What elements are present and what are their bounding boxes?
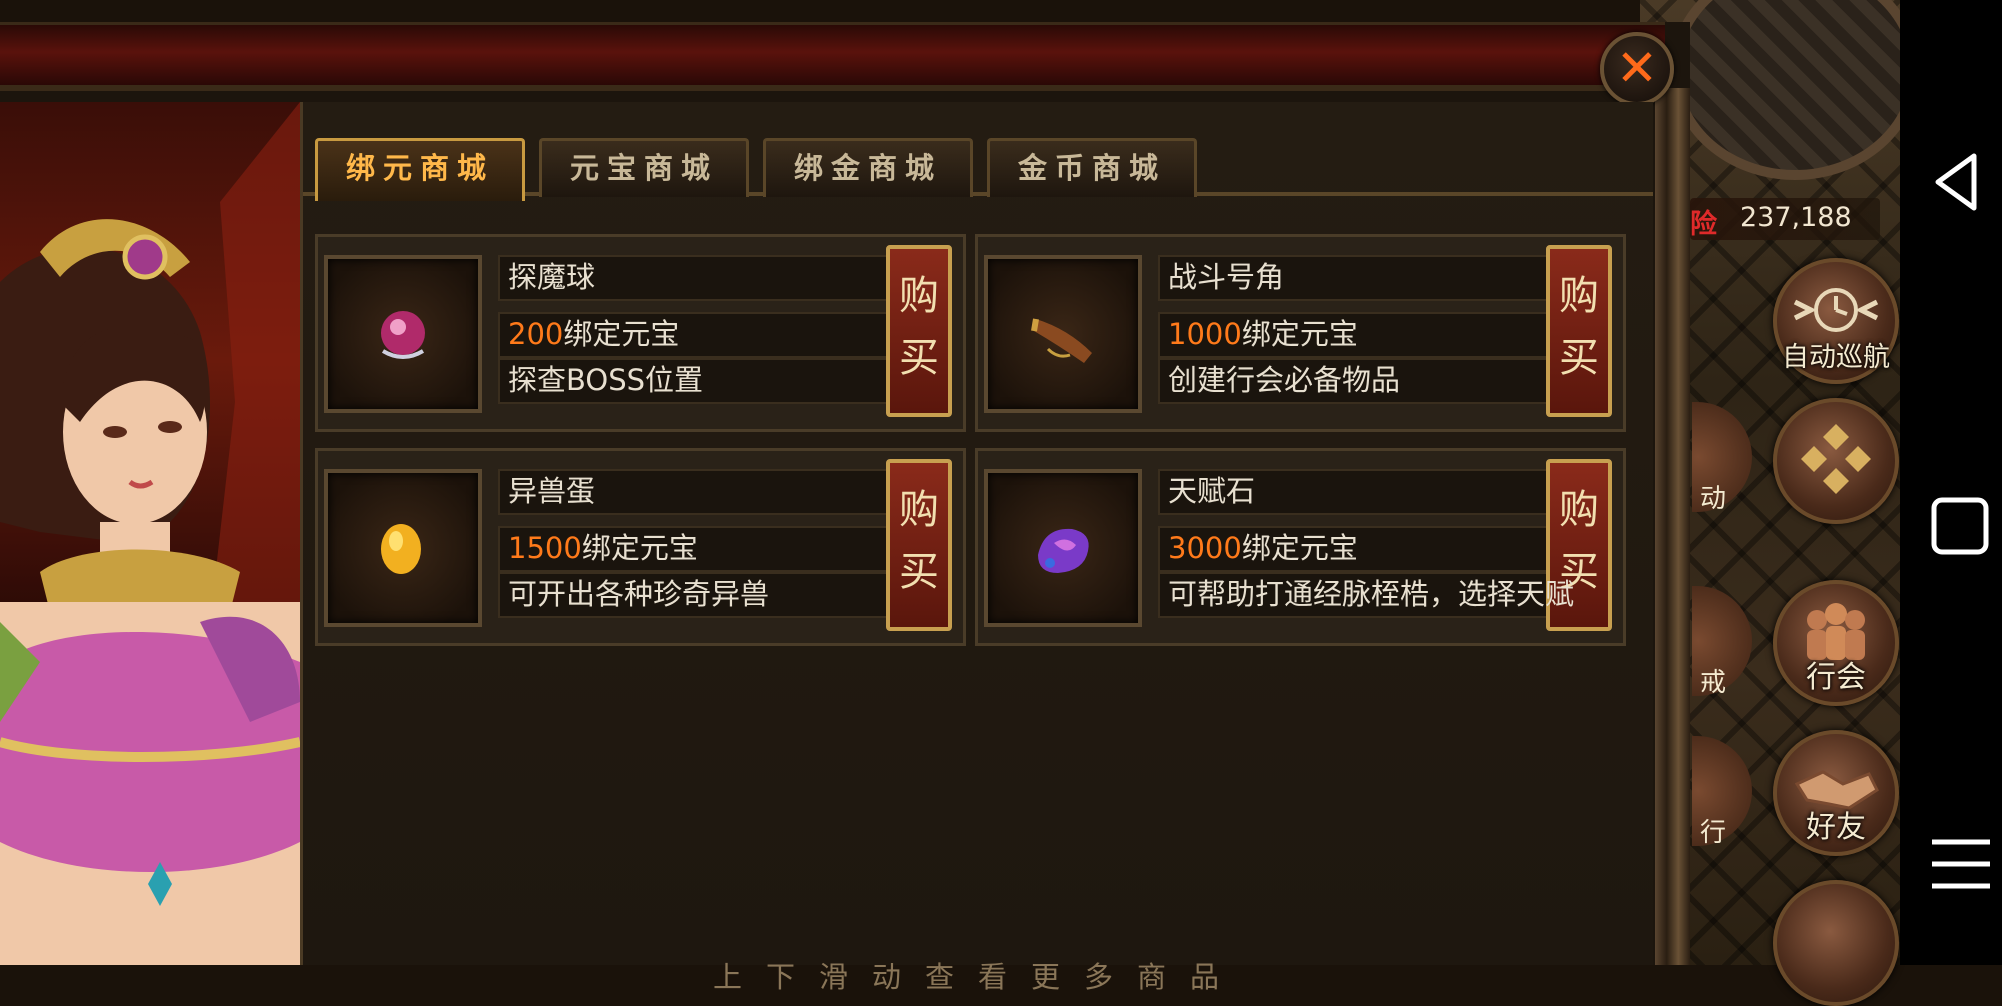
tab-bound-gold-shop[interactable]: 绑金商城 xyxy=(763,138,973,197)
item-name: 异兽蛋 xyxy=(498,469,888,515)
demon-orb-icon xyxy=(381,311,425,359)
diamond-menu-icon xyxy=(1801,424,1871,494)
item-price-currency: 绑定元宝 xyxy=(1241,317,1358,351)
buy-button[interactable]: 购买 xyxy=(886,245,952,417)
item-price-currency: 绑定元宝 xyxy=(563,317,680,351)
item-price: 200绑定元宝 xyxy=(498,312,888,358)
character-portrait xyxy=(0,102,300,965)
item-name: 战斗号角 xyxy=(1158,255,1548,301)
guild-button[interactable]: 行会 xyxy=(1773,580,1899,706)
exp-label: 险 xyxy=(1690,209,1717,240)
shop-frame-border xyxy=(1655,88,1690,965)
item-name: 天赋石 xyxy=(1158,469,1548,515)
item-slot[interactable] xyxy=(984,469,1142,627)
tab-bound-yuanbao-shop[interactable]: 绑元商城 xyxy=(315,138,525,201)
auto-navigate-button[interactable]: 自动巡航 xyxy=(1773,258,1899,384)
item-description: 可帮助打通经脉桎梏，选择天赋 xyxy=(1168,577,1575,611)
scroll-button[interactable] xyxy=(1773,880,1899,1006)
friends-button[interactable]: 好友 xyxy=(1773,730,1899,856)
item-price-value: 1500 xyxy=(508,531,582,565)
item-description: 可开出各种珍奇异兽 xyxy=(498,572,888,618)
shop-item-card: 战斗号角 1000绑定元宝 创建行会必备物品 购买 xyxy=(975,234,1626,432)
friends-label: 好友 xyxy=(1806,810,1866,845)
guild-label: 行会 xyxy=(1806,660,1866,695)
tab-gold-coin-shop[interactable]: 金币商城 xyxy=(987,138,1197,197)
shop-content: 绑元商城 元宝商城 绑金商城 金币商城 探魔球 200绑定元宝 探查BOSS位置… xyxy=(300,102,1653,994)
item-slot[interactable] xyxy=(984,255,1142,413)
item-slot[interactable] xyxy=(324,255,482,413)
auto-navigate-label: 自动巡航 xyxy=(1782,342,1890,373)
close-button[interactable]: ✕ xyxy=(1600,32,1674,106)
menu-icon[interactable] xyxy=(1930,836,1992,892)
shop-item-card: 天赋石 3000绑定元宝 可帮助打通经脉桎梏，选择天赋 购买 xyxy=(975,448,1626,646)
partial-hud-label: 动 xyxy=(1700,484,1727,514)
talent-stone-icon xyxy=(1038,528,1089,573)
android-nav-bar xyxy=(1900,0,2002,965)
item-description: 创建行会必备物品 xyxy=(1158,358,1548,404)
back-icon[interactable] xyxy=(1930,150,1980,214)
scroll-hint: 上下滑动查看更多商品 xyxy=(712,960,1243,994)
shop-window: ✕ 绑元商城 元宝商城 绑金商城 金币商城 探魔球 200绑定元宝 探查BOSS… xyxy=(0,22,1690,994)
tab-yuanbao-shop[interactable]: 元宝商城 xyxy=(539,138,749,197)
item-price-currency: 绑定元宝 xyxy=(581,531,698,565)
item-price-value: 200 xyxy=(508,317,564,351)
buy-button[interactable]: 购买 xyxy=(886,459,952,631)
item-price: 1000绑定元宝 xyxy=(1158,312,1548,358)
buy-button[interactable]: 购买 xyxy=(1546,245,1612,417)
exp-panel: 险 237,188 xyxy=(1690,198,1880,240)
shop-title-bar xyxy=(0,22,1665,91)
partial-hud-label: 戒 xyxy=(1700,668,1727,698)
main-menu-button[interactable] xyxy=(1773,398,1899,524)
beast-egg-icon xyxy=(381,524,421,574)
item-slot[interactable] xyxy=(324,469,482,627)
item-price: 1500绑定元宝 xyxy=(498,526,888,572)
item-description: 探查BOSS位置 xyxy=(498,358,888,404)
home-icon[interactable] xyxy=(1930,496,1990,556)
partial-hud-label: 行 xyxy=(1700,818,1727,848)
exp-value: 237,188 xyxy=(1740,202,1852,233)
item-price-value: 3000 xyxy=(1168,531,1242,565)
shop-item-card: 异兽蛋 1500绑定元宝 可开出各种珍奇异兽 购买 xyxy=(315,448,966,646)
item-price-value: 1000 xyxy=(1168,317,1242,351)
item-price: 3000绑定元宝 xyxy=(1158,526,1548,572)
item-price-currency: 绑定元宝 xyxy=(1241,531,1358,565)
character-illustration xyxy=(0,102,300,965)
war-horn-icon xyxy=(1031,318,1092,363)
item-name: 探魔球 xyxy=(498,255,888,301)
shop-item-card: 探魔球 200绑定元宝 探查BOSS位置 购买 xyxy=(315,234,966,432)
